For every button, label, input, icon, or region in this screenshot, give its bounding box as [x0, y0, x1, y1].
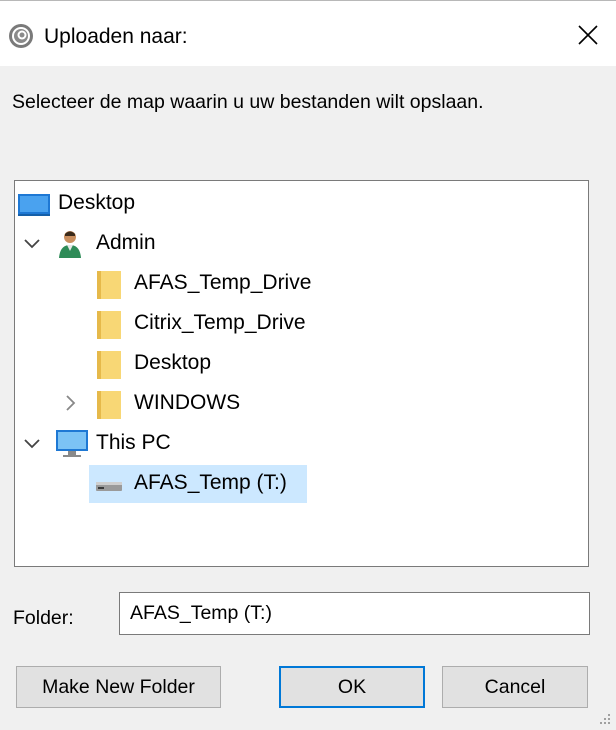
folder-icon: [97, 311, 121, 339]
chevron-right-icon[interactable]: [61, 393, 79, 413]
computer-icon: [56, 430, 88, 457]
upload-dialog: Uploaden naar: Selecteer de map waarin u…: [0, 0, 616, 730]
folder-icon: [97, 351, 121, 379]
folder-icon: [97, 391, 121, 419]
folder-tree[interactable]: Desktop Admin AFAS_Temp_Drive Citrix_Tem…: [14, 180, 589, 567]
tree-item-admin[interactable]: Admin: [15, 223, 588, 263]
close-button[interactable]: [566, 15, 610, 55]
tree-item-label: AFAS_Temp (T:): [134, 471, 287, 494]
tree-item-desktop[interactable]: Desktop: [15, 183, 588, 223]
close-icon: [578, 25, 598, 45]
folder-icon: [97, 271, 121, 299]
drive-icon: [96, 482, 122, 491]
tree-item-windows[interactable]: WINDOWS: [15, 383, 588, 423]
tree-item-label: WINDOWS: [134, 391, 241, 414]
tree-item-desktop-folder[interactable]: Desktop: [15, 343, 588, 383]
folder-field[interactable]: [119, 592, 590, 635]
cancel-button[interactable]: Cancel: [442, 666, 588, 708]
tree-item-this-pc[interactable]: This PC: [15, 423, 588, 463]
window-title: Uploaden naar:: [44, 25, 188, 48]
tree-item-afas-temp-drive-t[interactable]: AFAS_Temp (T:): [15, 463, 588, 503]
tree-item-citrix-temp-drive[interactable]: Citrix_Temp_Drive: [15, 303, 588, 343]
folder-label: Folder:: [13, 607, 74, 629]
tree-item-label: This PC: [96, 431, 171, 454]
make-new-folder-button[interactable]: Make New Folder: [16, 666, 221, 708]
tree-item-label: Admin: [96, 231, 156, 254]
ok-button[interactable]: OK: [279, 666, 425, 708]
tree-item-label: AFAS_Temp_Drive: [134, 271, 312, 294]
chevron-down-icon[interactable]: [23, 433, 41, 453]
app-swirl-icon: [9, 24, 33, 48]
instruction-text: Selecteer de map waarin u uw bestanden w…: [12, 91, 484, 113]
title-bar[interactable]: Uploaden naar:: [0, 0, 616, 66]
desktop-icon: [18, 194, 50, 216]
tree-item-label: Citrix_Temp_Drive: [134, 311, 306, 334]
tree-item-afas-temp-drive[interactable]: AFAS_Temp_Drive: [15, 263, 588, 303]
chevron-down-icon[interactable]: [23, 233, 41, 253]
resize-grip-icon[interactable]: [596, 710, 612, 726]
tree-item-label: Desktop: [134, 351, 212, 374]
tree-item-label: Desktop: [58, 191, 136, 214]
user-icon: [59, 231, 81, 258]
